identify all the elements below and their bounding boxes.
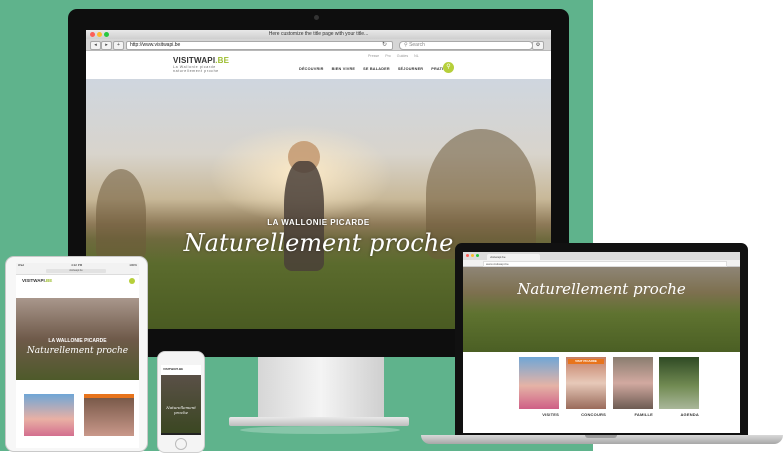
iphone-device: VISITWAPI.BE Naturellement proche bbox=[157, 351, 205, 453]
utility-link-pro[interactable]: Pro bbox=[385, 54, 391, 58]
browser-toolbar: ◂ ▸ + http://www.visitwapi.be ↻ ⚲ Search… bbox=[86, 39, 551, 51]
ipad-logo-text: VISITWAPI bbox=[22, 278, 45, 283]
ipad-tile-concours[interactable] bbox=[84, 394, 134, 436]
laptop-feature-tiles: VISITES VISIT PICARDE CONCOURS FAMILLE A… bbox=[463, 357, 740, 427]
utility-link-language[interactable]: NL bbox=[414, 54, 419, 58]
stand-reflection bbox=[240, 426, 400, 434]
tile-visites-label: VISITES bbox=[542, 412, 559, 417]
tile-agenda-image bbox=[659, 357, 699, 409]
address-bar[interactable]: http://www.visitwapi.be ↻ bbox=[126, 41, 393, 50]
close-window-button[interactable] bbox=[90, 32, 95, 37]
window-controls bbox=[90, 32, 109, 37]
laptop-close-button[interactable] bbox=[466, 254, 469, 257]
ipad-browser-bar: visitwapi.be bbox=[16, 268, 139, 275]
ipad-hero-overline: LA WALLONIE PICARDE bbox=[48, 338, 107, 344]
laptop-zoom-button[interactable] bbox=[476, 254, 479, 257]
tile-concours-label: CONCOURS bbox=[581, 412, 606, 417]
ipad-screen: iPad 4:22 PM 100% visitwapi.be VISITWAPI… bbox=[16, 263, 139, 448]
nav-item-bien-vivre[interactable]: BIEN VIVRE bbox=[332, 67, 356, 71]
minimize-window-button[interactable] bbox=[97, 32, 102, 37]
tile-agenda-label: AGENDA bbox=[680, 412, 699, 417]
ipad-site-logo[interactable]: VISITWAPI.BE bbox=[22, 278, 52, 283]
ipad-tile-visites[interactable] bbox=[24, 394, 74, 436]
settings-gear-icon[interactable]: ⚙ bbox=[532, 41, 544, 50]
hero-overline: LA WALLONIE PICARDE bbox=[267, 218, 370, 227]
tile-famille-image bbox=[613, 357, 653, 409]
site-logo[interactable]: VISITWAPI.BE La Wallonie picarde naturel… bbox=[173, 56, 229, 73]
site-search-icon[interactable]: ⚲ bbox=[443, 62, 454, 73]
nav-item-sejourner[interactable]: SÉJOURNER bbox=[398, 67, 423, 71]
tile-famille[interactable]: FAMILLE bbox=[613, 357, 653, 421]
site-header: VISITWAPI.BE La Wallonie picarde naturel… bbox=[86, 51, 551, 80]
tile-visites-image bbox=[519, 357, 559, 409]
nav-item-se-balader[interactable]: SE BALADER bbox=[363, 67, 390, 71]
laptop-hero-tagline: Naturellement proche bbox=[517, 280, 686, 298]
concours-band: VISIT PICARDE bbox=[568, 359, 604, 364]
back-button[interactable]: ◂ bbox=[90, 41, 101, 50]
laptop-hero-banner: Naturellement proche bbox=[463, 267, 740, 352]
logo-accent: .BE bbox=[215, 56, 230, 65]
add-tab-button[interactable]: + bbox=[113, 41, 124, 50]
imac-stand bbox=[258, 357, 384, 419]
logo-text: VISITWAPI bbox=[173, 56, 216, 65]
laptop-minimize-button[interactable] bbox=[471, 254, 474, 257]
search-placeholder: Search bbox=[409, 42, 425, 48]
ipad-device: iPad 4:22 PM 100% visitwapi.be VISITWAPI… bbox=[5, 256, 148, 452]
address-url: http://www.visitwapi.be bbox=[130, 42, 181, 48]
tile-visites[interactable]: VISITES bbox=[519, 357, 559, 421]
iphone-home-button[interactable] bbox=[175, 438, 187, 450]
window-title: Here customize the title page with your … bbox=[268, 31, 369, 37]
zoom-window-button[interactable] bbox=[104, 32, 109, 37]
ipad-menu-icon[interactable] bbox=[129, 278, 135, 284]
utility-links: Presse Pro Guides NL bbox=[368, 54, 419, 58]
tile-concours[interactable]: VISIT PICARDE CONCOURS bbox=[566, 357, 606, 421]
ipad-site-header: VISITWAPI.BE bbox=[16, 275, 139, 287]
browser-search-input[interactable]: ⚲ Search bbox=[399, 41, 533, 50]
utility-link-guides[interactable]: Guides bbox=[397, 54, 408, 58]
utility-link-presse[interactable]: Presse bbox=[368, 54, 379, 58]
ipad-hero-tagline: Naturellement proche bbox=[26, 346, 129, 356]
tile-concours-image: VISIT PICARDE bbox=[566, 357, 606, 409]
macbook-opening-notch bbox=[585, 435, 617, 438]
nav-item-decouvrir[interactable]: DÉCOUVRIR bbox=[299, 67, 324, 71]
tile-agenda[interactable]: AGENDA bbox=[659, 357, 699, 421]
tile-famille-label: FAMILLE bbox=[634, 412, 653, 417]
laptop-window-controls bbox=[466, 254, 479, 257]
laptop-browser-toolbar: www.visitwapi.be bbox=[463, 260, 740, 267]
laptop-browser-window: visitwapi.be www.visitwapi.be Naturellem… bbox=[463, 252, 740, 433]
ipad-logo-accent: .BE bbox=[44, 278, 53, 283]
imac-stand-foot bbox=[229, 417, 409, 426]
macbook-display: visitwapi.be www.visitwapi.be Naturellem… bbox=[455, 243, 748, 435]
logo-tagline-2: naturellement proche bbox=[173, 69, 219, 73]
laptop-tab-bar: visitwapi.be bbox=[463, 252, 740, 260]
main-navigation: DÉCOUVRIR BIEN VIVRE SE BALADER SÉJOURNE… bbox=[299, 67, 452, 71]
reload-icon[interactable]: ↻ bbox=[382, 42, 387, 49]
search-icon: ⚲ bbox=[404, 42, 408, 48]
forward-button[interactable]: ▸ bbox=[101, 41, 112, 50]
iphone-screen: VISITWAPI.BE Naturellement proche bbox=[161, 365, 201, 435]
browser-titlebar: Here customize the title page with your … bbox=[86, 30, 551, 39]
ipad-hero-banner: LA WALLONIE PICARDE Naturellement proche bbox=[16, 298, 139, 380]
ipad-address-bar[interactable]: visitwapi.be bbox=[46, 269, 106, 273]
camera-dot bbox=[314, 15, 319, 20]
iphone-hero-tagline: Naturellement proche bbox=[166, 405, 196, 415]
iphone-hero-banner: Naturellement proche bbox=[161, 375, 201, 433]
